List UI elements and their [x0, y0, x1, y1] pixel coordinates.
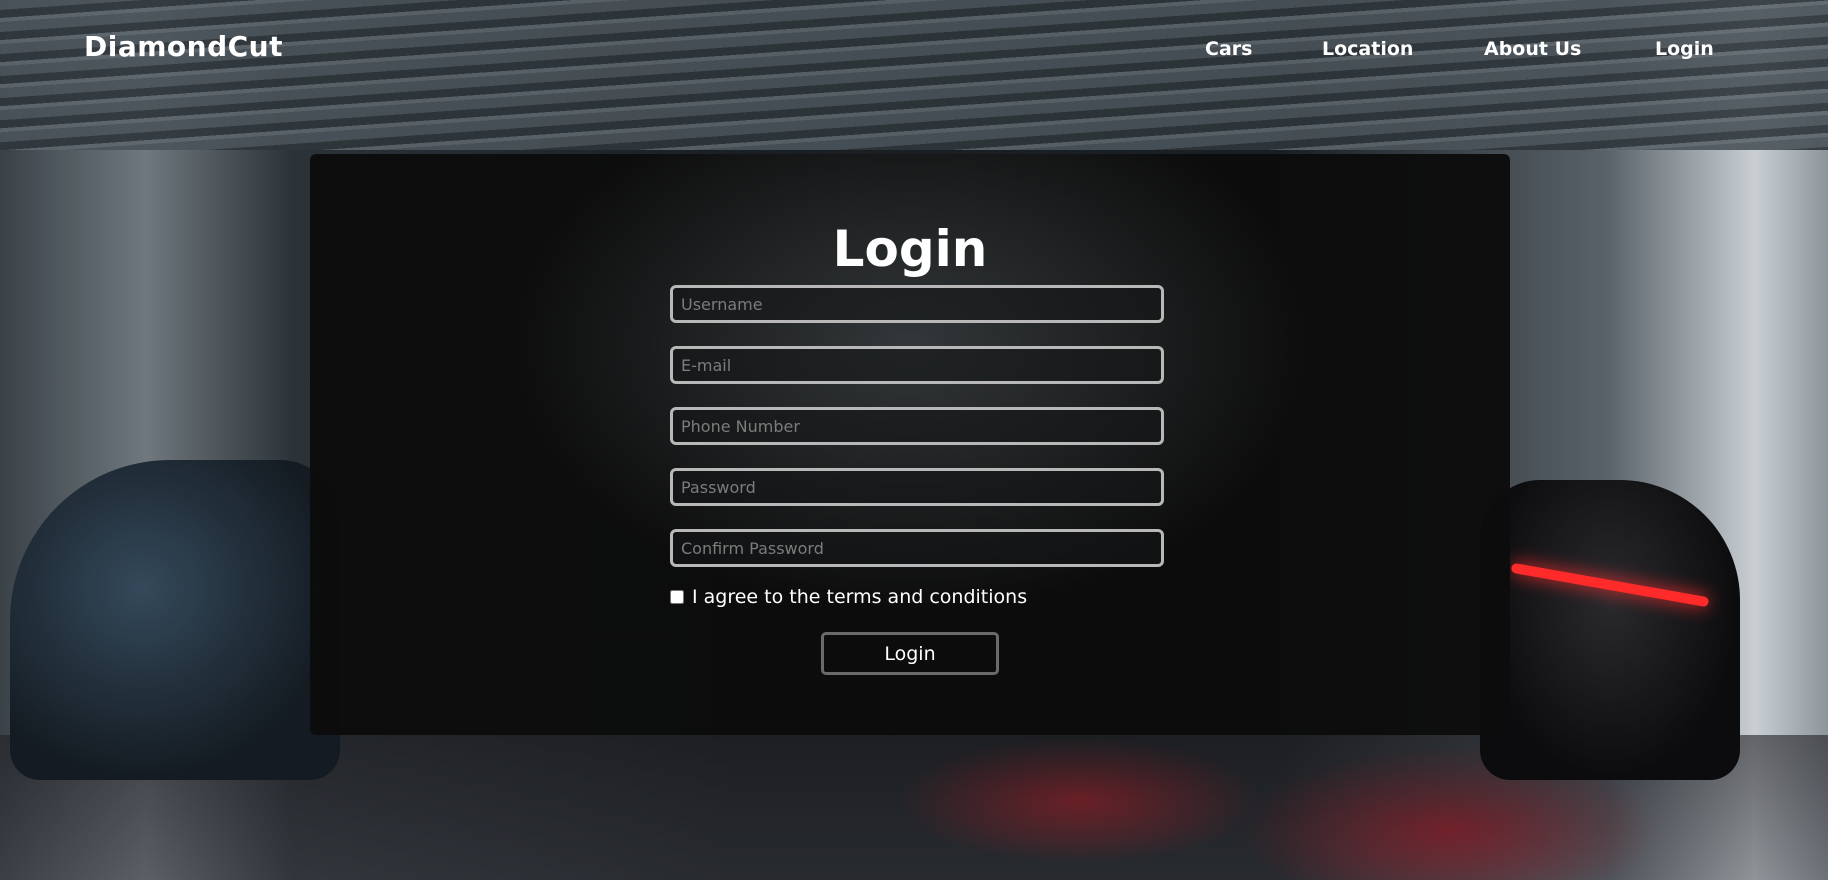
terms-agreement[interactable]: I agree to the terms and conditions: [670, 586, 1027, 608]
login-submit-button[interactable]: Login: [821, 632, 999, 675]
terms-label: I agree to the terms and conditions: [692, 586, 1028, 608]
confirm-password-input[interactable]: [670, 529, 1164, 567]
email-input[interactable]: [670, 346, 1164, 384]
background-ceiling: [0, 0, 1828, 150]
nav-cars[interactable]: Cars: [1205, 38, 1252, 60]
nav-location[interactable]: Location: [1322, 38, 1413, 60]
username-input[interactable]: [670, 285, 1164, 323]
nav-about-us[interactable]: About Us: [1484, 38, 1581, 60]
phone-input[interactable]: [670, 407, 1164, 445]
nav-login[interactable]: Login: [1655, 38, 1714, 60]
login-title: Login: [832, 220, 988, 278]
background-car-right: [1480, 480, 1740, 780]
password-input[interactable]: [670, 468, 1164, 506]
terms-checkbox[interactable]: [670, 590, 684, 604]
login-card: Login I agree to the terms and condition…: [310, 154, 1510, 735]
brand-logo[interactable]: DiamondCut: [84, 30, 283, 63]
background-car-left: [10, 460, 340, 780]
